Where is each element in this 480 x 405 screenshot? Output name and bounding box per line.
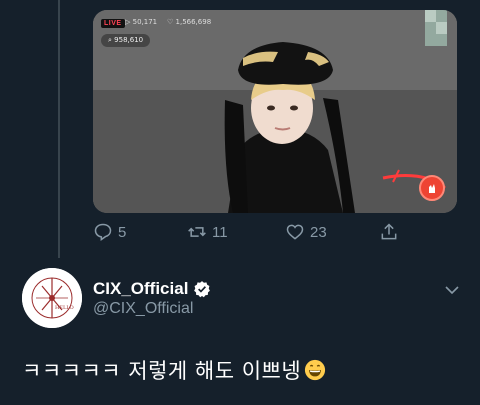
- share-icon: [381, 223, 397, 240]
- grinning-emoji-icon: [305, 359, 326, 381]
- tweet-text: ㅋㅋㅋㅋㅋ 저렇게 해도 이쁘넹: [22, 355, 326, 385]
- author-handle[interactable]: @CIX_Official: [93, 300, 193, 318]
- avatar[interactable]: HELLO: [22, 268, 82, 328]
- cix-logo-image: HELLO: [22, 268, 82, 328]
- chat-count-pill: ⌕ 958,610: [101, 34, 151, 47]
- reaction-button[interactable]: [419, 175, 445, 201]
- retweet-icon: [188, 227, 206, 237]
- chat-count-value: 958,610: [114, 36, 144, 44]
- share-button[interactable]: [379, 222, 404, 242]
- close-overlay-icon[interactable]: [425, 10, 447, 46]
- avatar-wordmark: HELLO: [55, 305, 74, 311]
- heart-count: ♡ 1,566,698: [167, 18, 212, 26]
- chevron-down-icon[interactable]: [444, 282, 460, 298]
- like-count: 23: [310, 223, 327, 241]
- hand-heart-icon: [429, 184, 435, 193]
- display-name[interactable]: CIX_Official: [93, 279, 188, 299]
- retweet-count: 11: [212, 223, 228, 241]
- viewer-count-value: 50,171: [132, 18, 158, 26]
- thread-connector-line: [58, 0, 60, 258]
- heart-count-value: 1,566,698: [175, 18, 212, 26]
- verified-icon: [194, 281, 211, 298]
- viewer-count: ▷ 50,171: [125, 18, 158, 26]
- author-name-row[interactable]: CIX_Official: [93, 279, 211, 299]
- live-badge: LIVE: [101, 19, 125, 28]
- like-icon: [286, 224, 304, 240]
- reply-button[interactable]: 5: [93, 222, 126, 242]
- reply-icon: [94, 223, 112, 241]
- video-thumbnail[interactable]: LIVE ▷ 50,171 ♡ 1,566,698 ⌕ 958,610: [93, 10, 457, 213]
- reply-count: 5: [118, 223, 127, 241]
- tweet-action-bar: 5 11 23: [93, 222, 413, 246]
- like-button[interactable]: 23: [285, 222, 327, 242]
- tweet-body: ㅋㅋㅋㅋㅋ 저렇게 해도 이쁘넹: [22, 359, 302, 383]
- retweet-button[interactable]: 11: [187, 222, 228, 242]
